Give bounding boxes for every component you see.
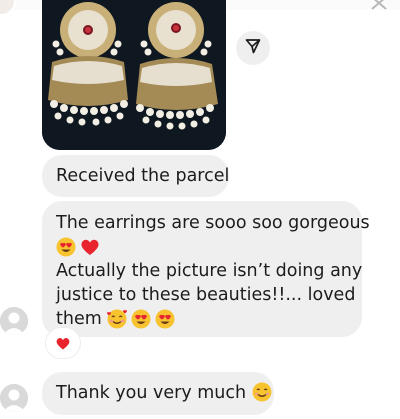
send-icon: [245, 38, 261, 58]
avatar[interactable]: [0, 384, 28, 412]
message-text: Received the parcel: [56, 166, 230, 186]
heart-eyes-emoji-icon: [155, 309, 175, 329]
message-bubble-received[interactable]: Received the parcel: [42, 155, 229, 197]
emoji-line: [56, 235, 348, 259]
message-text: Actually the picture isn’t doing any: [56, 261, 363, 281]
message-bubble-thanks[interactable]: Thank you very much: [42, 372, 274, 415]
heart-eyes-emoji-icon: [131, 309, 151, 329]
avatar-icon: [0, 384, 28, 412]
message-line-with-emoji: Thank you very much: [56, 381, 272, 405]
heart-icon: [81, 239, 99, 255]
avatar-icon: [0, 307, 28, 335]
message-line-with-emojis: them: [56, 307, 348, 331]
message-reaction[interactable]: [46, 328, 80, 358]
share-button[interactable]: [236, 31, 270, 65]
smiling-face-emoji-icon: [252, 382, 272, 402]
message-image[interactable]: [42, 0, 226, 150]
smiling-face-with-hearts-emoji-icon: [107, 309, 128, 329]
avatar: [0, 0, 16, 16]
heart-eyes-emoji-icon: [56, 237, 76, 257]
message-text: Thank you very much: [56, 383, 247, 403]
message-bubble-review[interactable]: The earrings are sooo soo gorgeous Actua…: [42, 201, 370, 337]
message-text: justice to these beauties!!... loved: [56, 285, 356, 305]
avatar[interactable]: [0, 307, 28, 335]
heart-icon: [56, 337, 70, 349]
message-text: The earrings are sooo soo gorgeous: [56, 213, 370, 233]
message-text: them: [56, 309, 102, 329]
close-icon[interactable]: [370, 0, 390, 10]
